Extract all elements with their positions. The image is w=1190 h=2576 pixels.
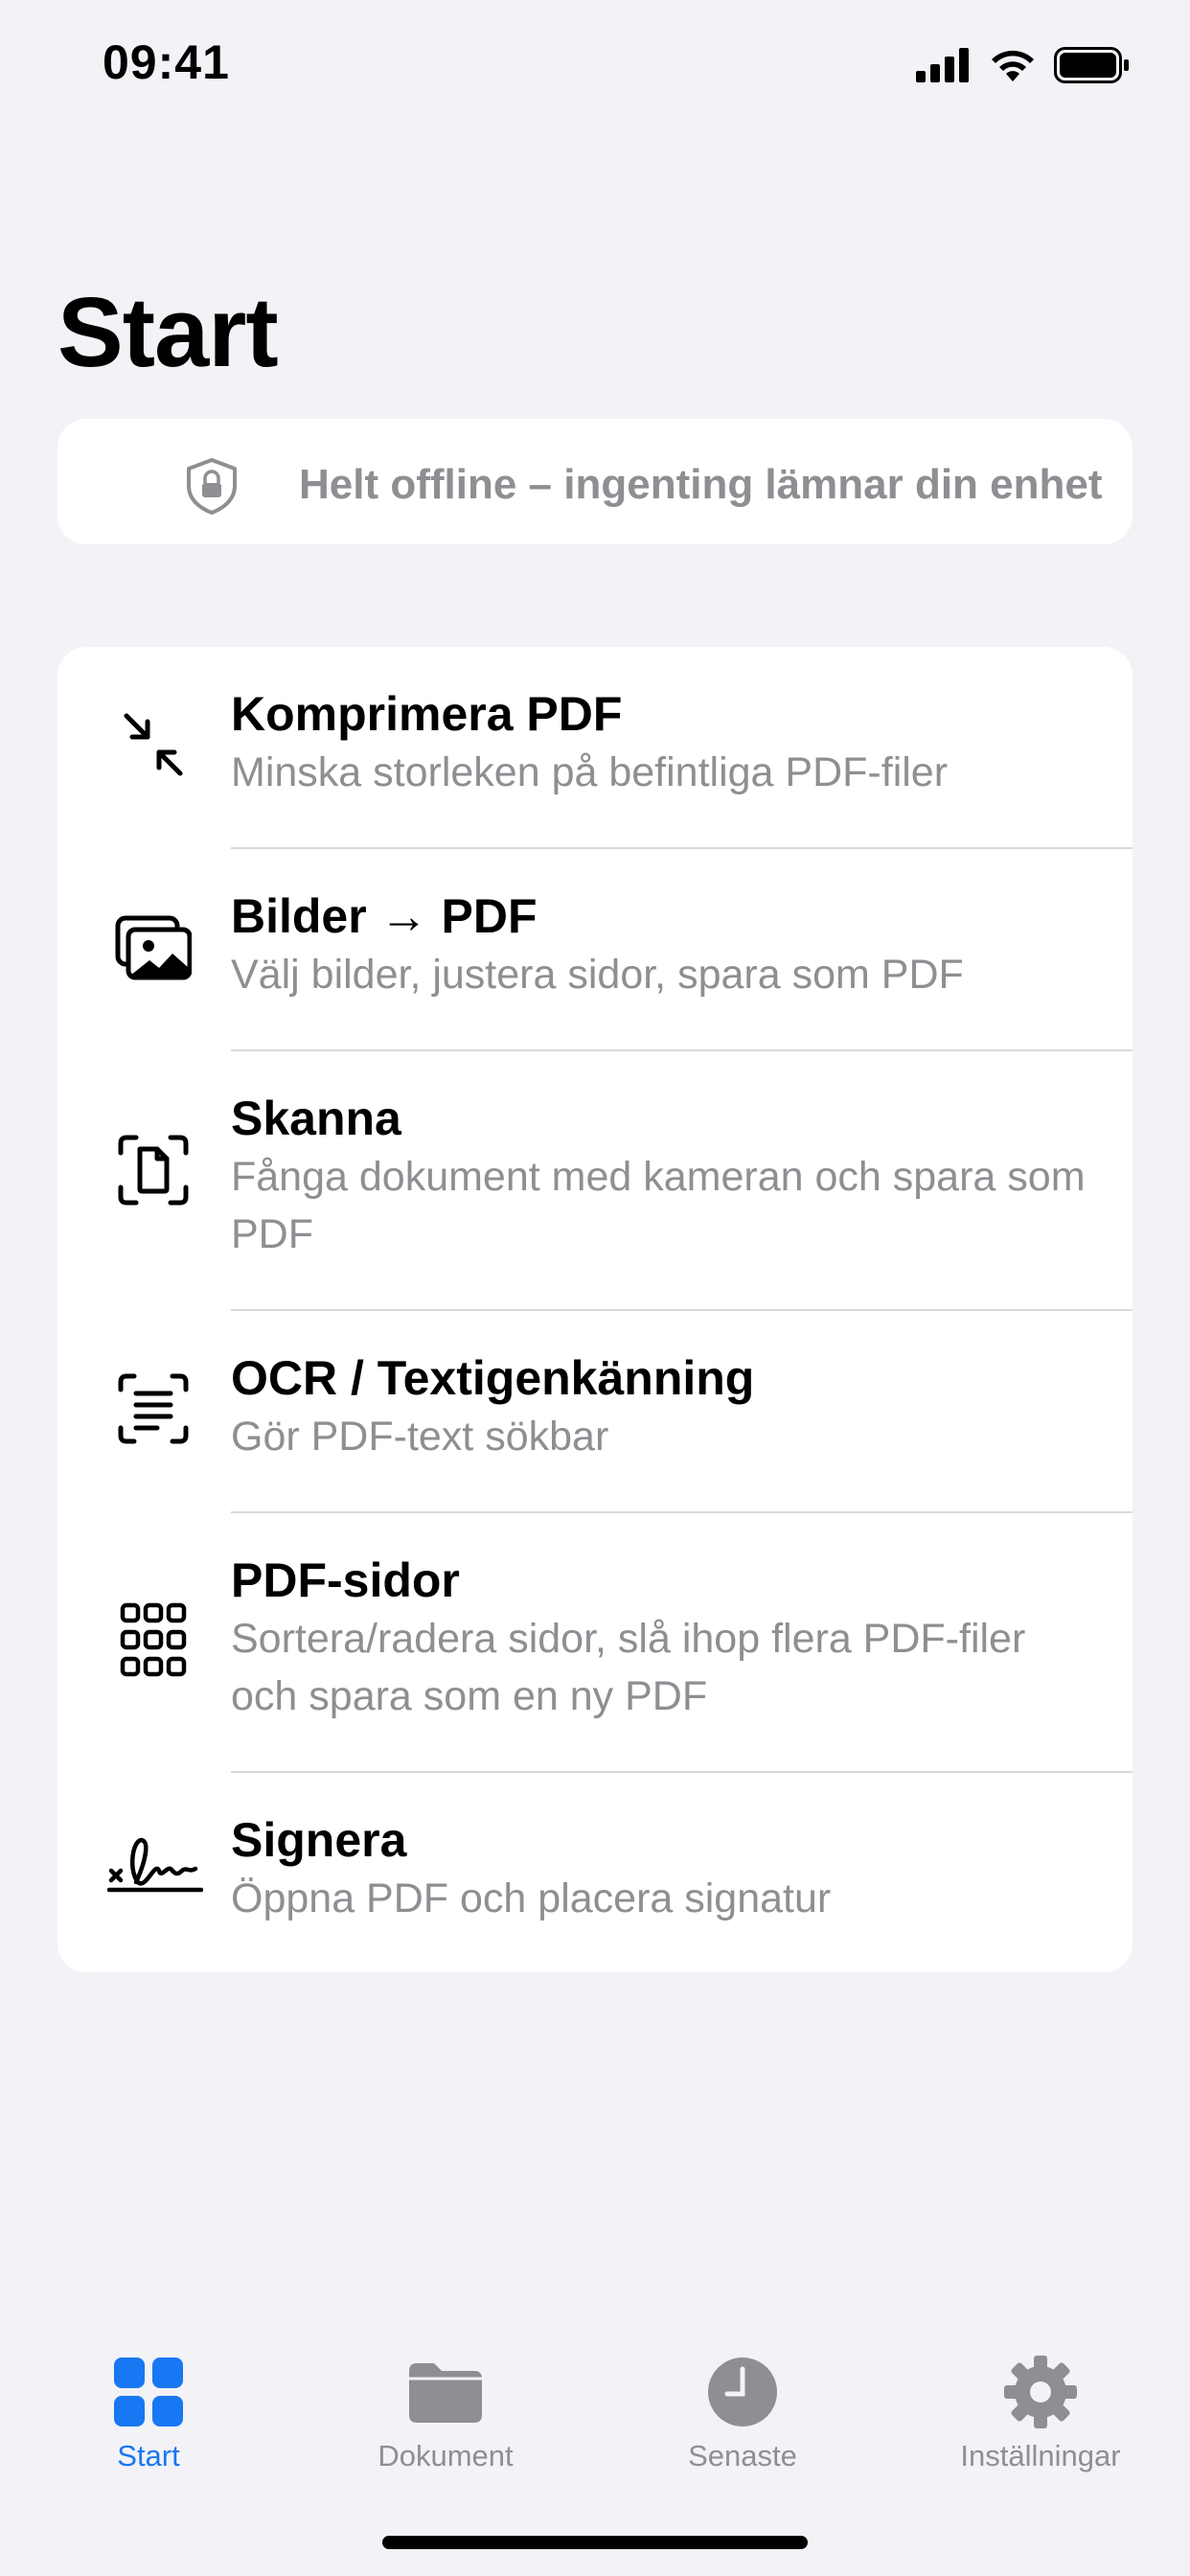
home-indicator[interactable] (382, 2536, 808, 2549)
tab-start[interactable]: Start (0, 2319, 297, 2492)
page-title: Start (57, 277, 279, 387)
tools-list: Komprimera PDF Minska storleken på befin… (57, 647, 1133, 1972)
tab-dokument[interactable]: Dokument (297, 2319, 594, 2492)
signature-icon (107, 1823, 203, 1899)
compress-arrows-icon (115, 706, 192, 783)
tab-label: Inställningar (960, 2439, 1121, 2472)
text-recognition-icon (115, 1370, 192, 1447)
tool-description: Minska storleken på befintliga PDF-filer (231, 749, 949, 795)
tool-description: Välj bilder, justera sidor, spara som PD… (231, 952, 964, 998)
tool-row-sign[interactable]: Signera Öppna PDF och placera signatur (57, 1773, 1133, 1972)
images-icon (115, 910, 192, 987)
offline-banner-text: Helt offline – ingenting lämnar din enhe… (299, 461, 1103, 508)
tab-label: Senaste (688, 2439, 797, 2472)
status-icons (916, 44, 1131, 86)
status-bar: 09:41 (0, 0, 1190, 129)
shield-lock-icon (182, 457, 241, 519)
tool-description: Gör PDF-text sökbar (231, 1414, 609, 1460)
tool-row-pdf-pages[interactable]: PDF-sidor Sortera/radera sidor, slå ihop… (57, 1513, 1133, 1773)
tool-title: Bilder → PDF (231, 889, 538, 943)
status-time: 09:41 (103, 35, 230, 89)
tool-title: Komprimera PDF (231, 687, 623, 741)
tool-description: Öppna PDF och placera signatur (231, 1875, 832, 1921)
tool-description: Fånga dokument med kameran och spara som… (231, 1154, 1086, 1257)
document-scanner-icon (115, 1132, 192, 1208)
tool-row-images-to-pdf[interactable]: Bilder → PDF Välj bilder, justera sidor,… (57, 849, 1133, 1051)
tab-label: Start (117, 2439, 180, 2472)
tab-senaste[interactable]: Senaste (594, 2319, 891, 2492)
home-screen: 09:41 Start Helt offline – ingenting läm… (0, 0, 1190, 2576)
tool-row-scan[interactable]: Skanna Fånga dokument med kameran och sp… (57, 1051, 1133, 1311)
tab-installningar[interactable]: Inställningar (892, 2319, 1189, 2492)
gear-icon (1002, 2354, 1079, 2430)
wifi-icon (989, 47, 1037, 83)
tool-row-ocr[interactable]: OCR / Textigenkänning Gör PDF-text sökba… (57, 1311, 1133, 1513)
tool-title: Skanna (231, 1092, 401, 1145)
folder-icon (407, 2354, 484, 2430)
tool-title: OCR / Textigenkänning (231, 1351, 755, 1405)
clock-icon (704, 2354, 781, 2430)
grid-icon (110, 2354, 187, 2430)
grid-pages-icon (115, 1601, 192, 1678)
tool-title: Signera (231, 1813, 407, 1867)
tab-label: Dokument (378, 2439, 514, 2472)
tool-title: PDF-sidor (231, 1553, 460, 1607)
battery-icon (1054, 47, 1131, 83)
tool-description: Sortera/radera sidor, slå ihop flera PDF… (231, 1616, 1026, 1719)
offline-banner: Helt offline – ingenting lämnar din enhe… (57, 419, 1133, 544)
tool-row-compress-pdf[interactable]: Komprimera PDF Minska storleken på befin… (57, 647, 1133, 849)
cellular-signal-icon (916, 48, 972, 82)
